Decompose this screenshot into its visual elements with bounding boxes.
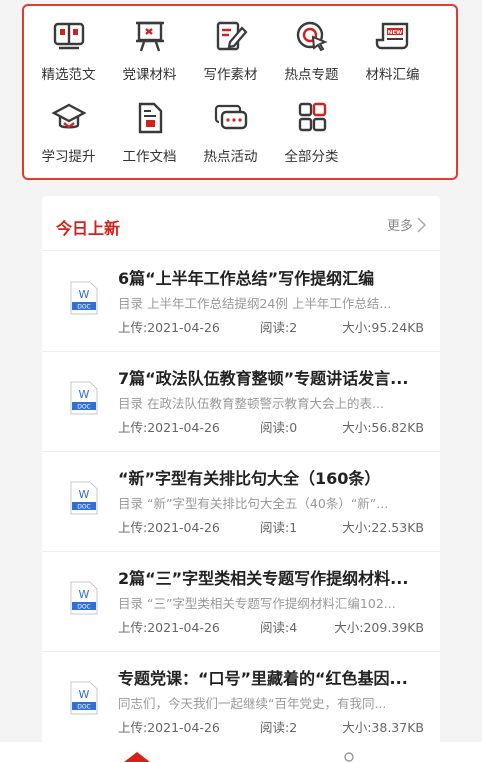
item-upload-date: 上传:2021-04-26 [118, 520, 220, 535]
card-title: 今日上新 [56, 219, 121, 238]
chevron-right-icon [417, 216, 426, 233]
graduation-cap-icon [50, 103, 87, 129]
category-redian-zhuanti[interactable]: 热点专题 [271, 20, 352, 83]
target-cursor-icon [296, 21, 328, 52]
item-summary: 目录 在政法队伍教育整顿警示教育大会上的表... [118, 396, 384, 411]
item-title: 7篇“政法队伍教育整顿”专题讲话发言... [118, 369, 409, 388]
svg-text:NEW: NEW [387, 30, 401, 36]
item-read-count: 阅读:0 [260, 420, 298, 435]
category-row: 精选范文 党课材料 写作素材 热点专题 NEW 材料汇编 [24, 20, 456, 83]
category-quanbu-fenlei[interactable]: 全部分类 [271, 102, 352, 165]
card-header: 今日上新 更多 [42, 196, 440, 251]
category-panel: 精选范文 党课材料 写作素材 热点专题 NEW 材料汇编 学习提升 工作文档 热… [22, 4, 458, 180]
grid-icon [298, 102, 326, 132]
write-notes-icon [216, 21, 247, 51]
word-doc-icon: W DOC [70, 581, 98, 615]
doc-badge-letter: W [79, 688, 90, 701]
item-file-size: 大小:38.37KB [342, 720, 424, 735]
category-redian-huodong[interactable]: 热点活动 [190, 102, 271, 165]
doc-badge-label: DOC [77, 504, 91, 511]
item-read-count: 阅读:4 [260, 620, 298, 635]
word-doc-icon: W DOC [70, 381, 98, 415]
doc-badge-label: DOC [77, 604, 91, 611]
item-upload-date: 上传:2021-04-26 [118, 620, 220, 635]
word-doc-icon: W DOC [70, 281, 98, 315]
list-item[interactable]: W DOC 6篇“上半年工作总结”写作提纲汇编 目录 上半年工作总结提纲24例 … [42, 251, 440, 352]
item-title: 专题党课：“口号”里藏着的“红色基因... [118, 669, 408, 688]
category-jingxuan-fanwen[interactable]: 精选范文 [28, 20, 109, 83]
category-cailiao-huibian[interactable]: NEW 材料汇编 [352, 20, 433, 83]
list-item[interactable]: W DOC 7篇“政法队伍教育整顿”专题讲话发言... 目录 在政法队伍教育整顿… [42, 351, 440, 452]
doc-badge-letter: W [79, 388, 90, 401]
item-title: 2篇“三”字型类相关专题写作提纲材料... [118, 569, 409, 588]
item-file-size: 大小:56.82KB [342, 420, 424, 435]
category-row: 学习提升 工作文档 热点活动 全部分类 [24, 102, 456, 165]
category-label: 热点活动 [203, 149, 258, 165]
doc-badge-letter: W [79, 488, 90, 501]
document-icon [138, 102, 162, 134]
category-label: 学习提升 [41, 149, 96, 165]
book-icon [53, 22, 84, 50]
user-icon[interactable] [343, 752, 355, 762]
item-title: “新”字型有关排比句大全（160条） [118, 469, 381, 488]
doc-badge-label: DOC [77, 304, 91, 311]
category-label: 热点专题 [284, 67, 339, 83]
item-file-size: 大小:22.53KB [342, 520, 424, 535]
category-gongzuo-wendang[interactable]: 工作文档 [109, 102, 190, 165]
word-doc-icon: W DOC [70, 481, 98, 515]
bottom-nav [0, 742, 482, 762]
item-file-size: 大小:209.39KB [334, 620, 424, 635]
doc-badge-letter: W [79, 288, 90, 301]
item-upload-date: 上传:2021-04-26 [118, 720, 220, 735]
category-xiezuo-sucai[interactable]: 写作素材 [190, 20, 271, 83]
item-summary: 目录 上半年工作总结提纲24例 上半年工作总结... [118, 296, 392, 311]
item-summary: 目录 “新”字型有关排比句大全五（40条）“新”... [118, 496, 389, 511]
item-title: 6篇“上半年工作总结”写作提纲汇编 [118, 269, 375, 288]
doc-badge-label: DOC [77, 704, 91, 711]
presentation-board-icon [135, 21, 164, 52]
doc-badge-letter: W [79, 588, 90, 601]
item-upload-date: 上传:2021-04-26 [118, 420, 220, 435]
category-label: 写作素材 [203, 67, 258, 83]
item-summary: 同志们，今天我们一起继续“百年党史，有我同... [118, 696, 387, 711]
list-item[interactable]: W DOC 专题党课：“口号”里藏着的“红色基因... 同志们，今天我们一起继续… [42, 651, 440, 751]
item-file-size: 大小:95.24KB [342, 320, 424, 335]
more-link[interactable]: 更多 [387, 215, 426, 234]
more-label: 更多 [386, 219, 413, 234]
word-doc-icon: W DOC [70, 681, 98, 715]
list-item[interactable]: W DOC “新”字型有关排比句大全（160条） 目录 “新”字型有关排比句大全… [42, 451, 440, 552]
item-read-count: 阅读:2 [260, 320, 298, 335]
list-item[interactable]: W DOC 2篇“三”字型类相关专题写作提纲材料... 目录 “三”字型类相关专… [42, 551, 440, 652]
item-summary: 目录 “三”字型类相关专题写作提纲材料汇编102... [118, 596, 396, 611]
home-icon[interactable] [124, 752, 150, 762]
newspaper-icon: NEW [375, 22, 408, 50]
category-label: 精选范文 [41, 67, 96, 83]
item-read-count: 阅读:1 [260, 520, 298, 535]
category-dangke-cailiao[interactable]: 党课材料 [109, 20, 190, 83]
category-label: 党课材料 [122, 67, 177, 83]
item-upload-date: 上传:2021-04-26 [118, 320, 220, 335]
category-label: 工作文档 [122, 149, 177, 165]
category-xuexi-tisheng[interactable]: 学习提升 [28, 102, 109, 165]
item-read-count: 阅读:2 [260, 720, 298, 735]
category-label: 材料汇编 [365, 67, 420, 83]
chat-bubble-icon [214, 104, 247, 130]
new-today-card: 今日上新 更多 W DOC 6篇“上半年工作总结”写作提纲汇编 目录 上半年工作… [42, 196, 440, 756]
doc-badge-label: DOC [77, 404, 91, 411]
category-label: 全部分类 [284, 149, 339, 165]
